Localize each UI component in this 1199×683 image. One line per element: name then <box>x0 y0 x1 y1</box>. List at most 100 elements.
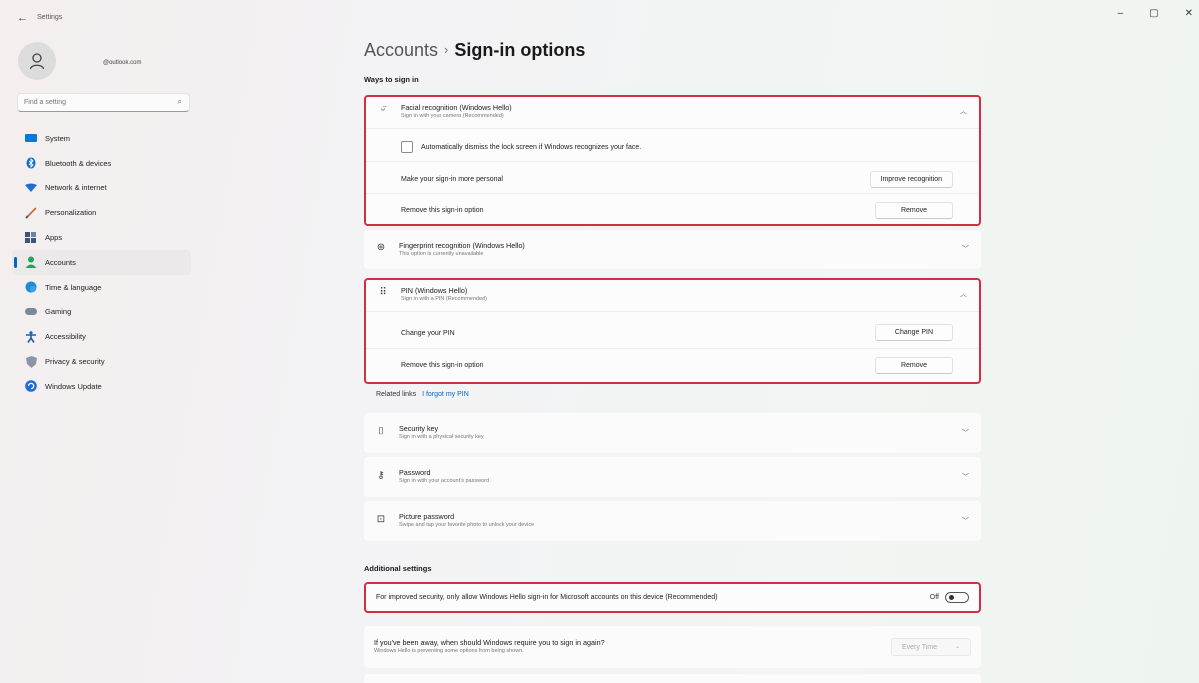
sidebar-item-apps[interactable]: Apps <box>12 225 191 250</box>
sidebar-item-accessibility[interactable]: Accessibility <box>12 324 191 349</box>
brush-icon <box>25 207 37 219</box>
picture-password-card[interactable]: ⊡ Picture password Swipe and tap your fa… <box>364 501 981 541</box>
make-personal-label: Make your sign-in more personal <box>401 176 503 183</box>
smiley-face-icon: ᵕ̈ <box>381 105 385 116</box>
keypad-icon: ⠿ <box>379 287 387 298</box>
pin-header[interactable]: ⠿ PIN (Windows Hello) Sign in with a PIN… <box>366 280 979 310</box>
pin-remove-button[interactable]: Remove <box>875 357 953 374</box>
sidebar-item-label: Accounts <box>45 257 76 267</box>
wifi-icon <box>25 182 37 194</box>
sidebar-item-network[interactable]: Network & internet <box>12 176 191 201</box>
back-arrow-icon[interactable]: ← <box>17 12 28 24</box>
hello-only-label: For improved security, only allow Window… <box>376 594 718 601</box>
sidebar-item-system[interactable]: System <box>12 126 191 151</box>
password-card[interactable]: ⚷ Password Sign in with your account's p… <box>364 457 981 497</box>
related-links: Related links I forgot my PIN <box>376 391 469 398</box>
hello-only-toggle[interactable] <box>945 592 969 603</box>
maximize-button[interactable]: ▢ <box>1149 8 1158 19</box>
sidebar-item-windows-update[interactable]: Windows Update <box>12 374 191 399</box>
sidebar-item-label: Time & language <box>45 282 102 292</box>
sidebar: @outlook.com Find a setting ⌕ System Blu… <box>0 36 200 683</box>
change-pin-button[interactable]: Change PIN <box>875 324 953 341</box>
security-key-subtitle: Sign in with a physical security key <box>399 434 484 440</box>
facial-recognition-title: Facial recognition (Windows Hello) <box>401 103 512 112</box>
facial-recognition-subtitle: Sign in with your camera (Recommended) <box>401 113 504 119</box>
sidebar-item-bluetooth[interactable]: Bluetooth & devices <box>12 151 191 176</box>
sidebar-item-label: Accessibility <box>45 332 86 342</box>
breadcrumb-separator: › <box>444 42 449 57</box>
divider <box>366 161 979 162</box>
sidebar-item-label: System <box>45 133 71 143</box>
chevron-down-icon[interactable]: ﹀ <box>962 472 969 482</box>
require-signin-card: If you've been away, when should Windows… <box>364 626 981 668</box>
chevron-down-icon[interactable]: ﹀ <box>962 516 969 526</box>
window-controls: – ▢ ✕ <box>1118 8 1193 19</box>
facial-recognition-card: ᵕ̈ Facial recognition (Windows Hello) Si… <box>364 95 981 226</box>
divider <box>366 311 979 312</box>
page-title: Sign-in options <box>454 40 586 60</box>
sidebar-item-privacy[interactable]: Privacy & security <box>12 349 191 374</box>
additional-settings-heading: Additional settings <box>364 564 432 573</box>
password-title: Password <box>399 468 431 477</box>
security-key-title: Security key <box>399 424 439 433</box>
facial-recognition-header[interactable]: ᵕ̈ Facial recognition (Windows Hello) Si… <box>366 97 979 127</box>
minimize-button[interactable]: – <box>1118 8 1124 19</box>
dropdown-value: Every Time <box>902 643 938 651</box>
sidebar-item-label: Gaming <box>45 307 72 317</box>
pin-subtitle: Sign in with a PIN (Recommended) <box>401 296 487 302</box>
divider <box>366 128 979 129</box>
picture-password-title: Picture password <box>399 512 455 521</box>
password-subtitle: Sign in with your account's password <box>399 478 490 484</box>
sidebar-item-label: Network & internet <box>45 183 107 193</box>
sidebar-item-accounts[interactable]: Accounts <box>12 249 191 275</box>
toggle-state-label: Off <box>929 594 939 601</box>
facial-remove-button[interactable]: Remove <box>875 202 953 219</box>
picture-icon: ⊡ <box>376 514 386 525</box>
search-input[interactable]: Find a setting ⌕ <box>17 93 190 112</box>
chevron-down-icon[interactable]: ﹀ <box>962 244 969 254</box>
chevron-down-icon[interactable]: ﹀ <box>962 428 969 438</box>
require-signin-dropdown[interactable]: Every Time ⌄ <box>891 638 971 656</box>
improve-recognition-button[interactable]: Improve recognition <box>869 171 953 188</box>
gamepad-icon <box>25 306 37 318</box>
require-signin-title: If you've been away, when should Windows… <box>374 638 605 647</box>
bluetooth-icon <box>25 157 37 169</box>
pin-card: ⠿ PIN (Windows Hello) Sign in with a PIN… <box>364 278 981 384</box>
sidebar-item-personalization[interactable]: Personalization <box>12 200 191 225</box>
picture-password-subtitle: Swipe and tap your favorite photo to unl… <box>399 522 535 528</box>
next-setting-card <box>364 674 981 683</box>
sidebar-item-label: Windows Update <box>45 381 102 391</box>
chevron-up-icon[interactable]: ︿ <box>960 289 967 299</box>
fingerprint-title: Fingerprint recognition (Windows Hello) <box>399 241 525 250</box>
dismiss-lock-screen-checkbox[interactable] <box>401 141 413 153</box>
change-pin-label: Change your PIN <box>401 330 455 337</box>
usb-key-icon: ⌷ <box>378 426 384 437</box>
divider <box>366 348 979 349</box>
update-icon <box>25 380 37 393</box>
related-links-label: Related links <box>376 391 417 398</box>
ways-to-sign-in-heading: Ways to sign in <box>364 75 419 84</box>
chevron-up-icon[interactable]: ︿ <box>960 106 967 116</box>
title-bar: ← Settings – ▢ ✕ <box>0 0 1199 36</box>
sidebar-item-label: Apps <box>45 233 63 243</box>
avatar[interactable] <box>18 42 56 80</box>
search-placeholder: Find a setting <box>24 99 67 106</box>
security-key-card[interactable]: ⌷ Security key Sign in with a physical s… <box>364 413 981 453</box>
key-icon: ⚷ <box>377 470 385 481</box>
close-button[interactable]: ✕ <box>1185 8 1193 19</box>
fingerprint-subtitle: This option is currently unavailable <box>399 251 484 257</box>
fingerprint-card[interactable]: ⊛ Fingerprint recognition (Windows Hello… <box>364 230 981 269</box>
sidebar-item-time-language[interactable]: Time & language <box>12 275 191 300</box>
breadcrumb-parent[interactable]: Accounts <box>364 40 438 60</box>
accounts-icon <box>25 256 37 269</box>
dismiss-lock-screen-label: Automatically dismiss the lock screen if… <box>421 144 642 151</box>
sidebar-nav: System Bluetooth & devices Network & int… <box>12 126 191 399</box>
facial-remove-label: Remove this sign-in option <box>401 207 484 214</box>
sidebar-item-gaming[interactable]: Gaming <box>12 300 191 325</box>
forgot-pin-link[interactable]: I forgot my PIN <box>422 391 469 398</box>
search-icon: ⌕ <box>177 97 182 106</box>
require-signin-subtitle: Windows Hello is preventing some options… <box>374 648 524 654</box>
divider <box>366 193 979 194</box>
sidebar-item-label: Privacy & security <box>45 357 105 367</box>
user-email: @outlook.com <box>103 60 142 66</box>
